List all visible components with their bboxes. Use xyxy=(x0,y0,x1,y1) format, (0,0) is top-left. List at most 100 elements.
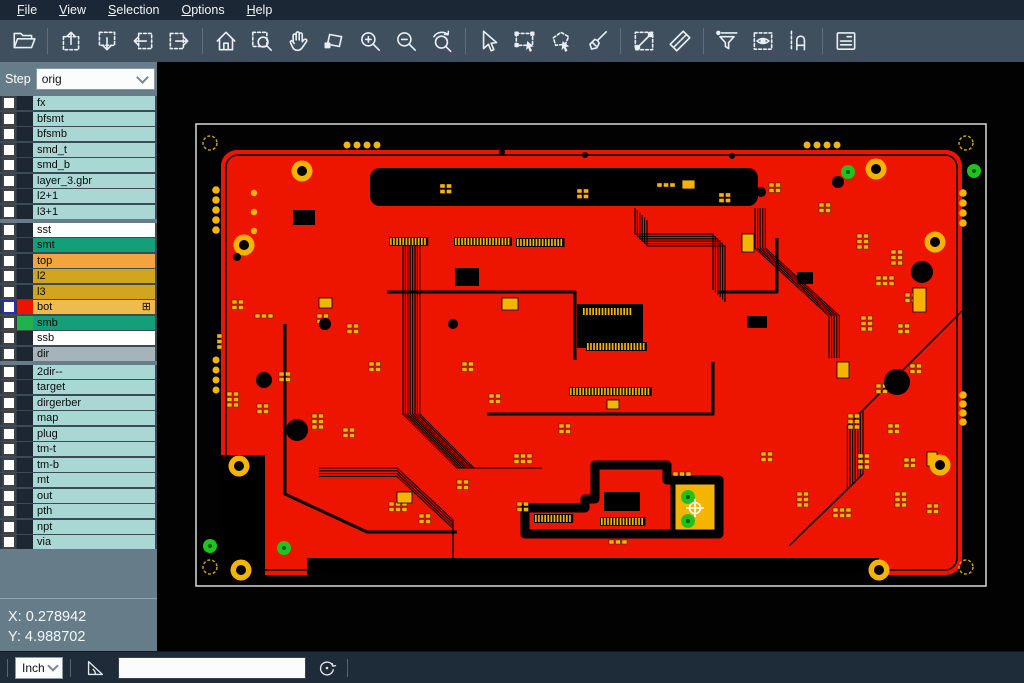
layer-color-swatch[interactable] xyxy=(17,442,33,456)
layer-color-swatch[interactable] xyxy=(17,473,33,487)
layer-checkbox[interactable] xyxy=(2,458,16,472)
layer-color-swatch[interactable] xyxy=(17,285,33,299)
layer-color-swatch[interactable] xyxy=(17,254,33,268)
layer-color-swatch[interactable] xyxy=(17,458,33,472)
shift-down-button[interactable] xyxy=(89,23,125,59)
menu-item-selection[interactable]: Selection xyxy=(97,0,170,20)
layer-checkbox[interactable] xyxy=(2,331,16,345)
layer-color-swatch[interactable] xyxy=(17,331,33,345)
layer-checkbox[interactable] xyxy=(2,300,16,314)
filter-button[interactable] xyxy=(709,23,745,59)
angle-measure-button[interactable] xyxy=(82,655,108,681)
layer-checkbox[interactable] xyxy=(2,535,16,549)
layer-row-tm-t[interactable]: tm-t xyxy=(0,442,157,456)
layer-row-top[interactable]: top xyxy=(0,254,157,268)
layer-color-swatch[interactable] xyxy=(17,189,33,203)
layer-row-bot[interactable]: bot⊞ xyxy=(0,300,157,314)
layer-checkbox[interactable] xyxy=(2,112,16,126)
layer-checkbox[interactable] xyxy=(2,285,16,299)
layer-checkbox[interactable] xyxy=(2,143,16,157)
layer-row-smt[interactable]: smt xyxy=(0,238,157,252)
layer-checkbox[interactable] xyxy=(2,158,16,172)
layer-checkbox[interactable] xyxy=(2,396,16,410)
layer-color-swatch[interactable] xyxy=(17,316,33,330)
layer-checkbox[interactable] xyxy=(2,347,16,361)
layer-checkbox[interactable] xyxy=(2,254,16,268)
layer-color-swatch[interactable] xyxy=(17,112,33,126)
zoom-shape-button[interactable] xyxy=(316,23,352,59)
layer-row-via[interactable]: via xyxy=(0,535,157,549)
layer-checkbox[interactable] xyxy=(2,223,16,237)
layer-checkbox[interactable] xyxy=(2,427,16,441)
layer-checkbox[interactable] xyxy=(2,489,16,503)
layer-checkbox[interactable] xyxy=(2,380,16,394)
layer-row-out[interactable]: out xyxy=(0,489,157,503)
layer-color-swatch[interactable] xyxy=(17,300,33,314)
select-polygon-button[interactable] xyxy=(543,23,579,59)
zoom-window-button[interactable] xyxy=(244,23,280,59)
layer-color-swatch[interactable] xyxy=(17,411,33,425)
layer-row-bfsmb[interactable]: bfsmb xyxy=(0,127,157,141)
layer-checkbox[interactable] xyxy=(2,238,16,252)
step-select[interactable]: orig xyxy=(36,68,155,90)
layer-row-l3[interactable]: l3 xyxy=(0,285,157,299)
layer-color-swatch[interactable] xyxy=(17,396,33,410)
layer-color-swatch[interactable] xyxy=(17,205,33,219)
layer-checkbox[interactable] xyxy=(2,442,16,456)
menu-item-help[interactable]: Help xyxy=(236,0,284,20)
pan-button[interactable] xyxy=(280,23,316,59)
menu-item-file[interactable]: File xyxy=(6,0,48,20)
layer-color-swatch[interactable] xyxy=(17,238,33,252)
layer-color-swatch[interactable] xyxy=(17,223,33,237)
layer-checkbox[interactable] xyxy=(2,96,16,110)
layer-row-tm-b[interactable]: tm-b xyxy=(0,458,157,472)
ruler-button[interactable] xyxy=(662,23,698,59)
menu-item-options[interactable]: Options xyxy=(170,0,235,20)
layer-checkbox[interactable] xyxy=(2,504,16,518)
layer-checkbox[interactable] xyxy=(2,189,16,203)
zoom-in-button[interactable] xyxy=(352,23,388,59)
layer-checkbox[interactable] xyxy=(2,127,16,141)
layer-row-pth[interactable]: pth xyxy=(0,504,157,518)
layer-checkbox[interactable] xyxy=(2,365,16,379)
layer-checkbox[interactable] xyxy=(2,316,16,330)
select-rectangle-button[interactable] xyxy=(507,23,543,59)
layer-row-sst[interactable]: sst xyxy=(0,223,157,237)
unit-select[interactable]: Inch xyxy=(15,657,63,679)
layer-color-swatch[interactable] xyxy=(17,365,33,379)
layer-row-smd_t[interactable]: smd_t xyxy=(0,143,157,157)
layer-checkbox[interactable] xyxy=(2,174,16,188)
layer-row-bfsmt[interactable]: bfsmt xyxy=(0,112,157,126)
layer-checkbox[interactable] xyxy=(2,269,16,283)
layer-color-swatch[interactable] xyxy=(17,520,33,534)
layer-color-swatch[interactable] xyxy=(17,158,33,172)
layer-row-2dir--[interactable]: 2dir-- xyxy=(0,365,157,379)
shift-up-button[interactable] xyxy=(53,23,89,59)
layer-checkbox[interactable] xyxy=(2,520,16,534)
layer-color-swatch[interactable] xyxy=(17,347,33,361)
layer-row-smb[interactable]: smb xyxy=(0,316,157,330)
layer-color-swatch[interactable] xyxy=(17,535,33,549)
select-cursor-button[interactable] xyxy=(471,23,507,59)
layer-row-map[interactable]: map xyxy=(0,411,157,425)
layer-color-swatch[interactable] xyxy=(17,174,33,188)
shift-right-button[interactable] xyxy=(161,23,197,59)
clean-brush-button[interactable] xyxy=(579,23,615,59)
layer-row-dir[interactable]: dir xyxy=(0,347,157,361)
layer-row-fx[interactable]: fx xyxy=(0,96,157,110)
open-folder-button[interactable] xyxy=(6,23,42,59)
layer-color-swatch[interactable] xyxy=(17,143,33,157)
layer-row-dirgerber[interactable]: dirgerber xyxy=(0,396,157,410)
pcb-canvas[interactable] xyxy=(157,62,1024,651)
layer-checkbox[interactable] xyxy=(2,205,16,219)
layer-color-swatch[interactable] xyxy=(17,269,33,283)
home-view-button[interactable] xyxy=(208,23,244,59)
zoom-out-button[interactable] xyxy=(388,23,424,59)
layer-row-npt[interactable]: npt xyxy=(0,520,157,534)
layer-color-swatch[interactable] xyxy=(17,489,33,503)
command-input[interactable] xyxy=(118,657,306,679)
menu-item-view[interactable]: View xyxy=(48,0,97,20)
layer-row-smd_b[interactable]: smd_b xyxy=(0,158,157,172)
layer-color-swatch[interactable] xyxy=(17,380,33,394)
layer-form-button[interactable] xyxy=(828,23,864,59)
